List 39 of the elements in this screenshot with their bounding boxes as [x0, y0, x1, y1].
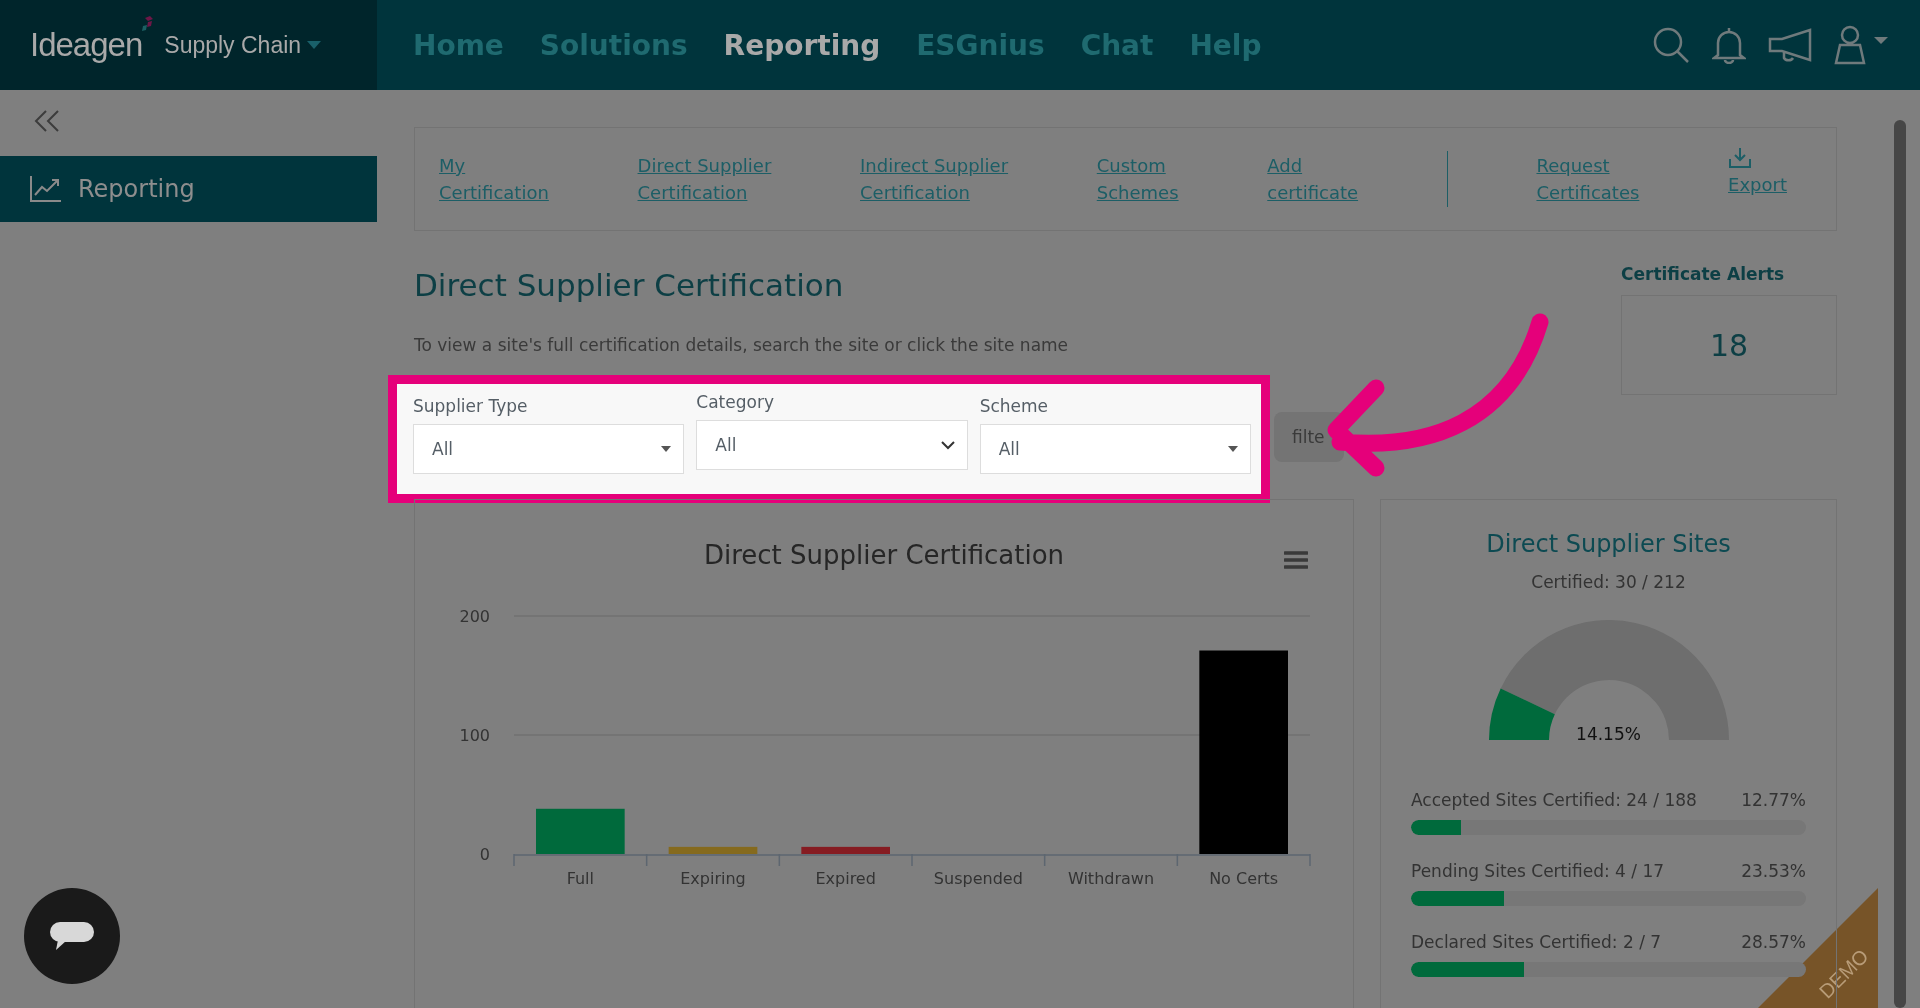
- nav-link[interactable]: My Certification: [439, 152, 549, 206]
- nav-link[interactable]: Direct Supplier Certification: [637, 152, 772, 206]
- axis-tick-label: 200: [459, 607, 490, 626]
- alerts-title: Certificate Alerts: [1621, 264, 1786, 284]
- export-link[interactable]: Export: [1728, 170, 1787, 198]
- page-title: Direct Supplier Certification: [414, 267, 845, 303]
- nav-link[interactable]: Reporting: [723, 28, 881, 62]
- gauge-value: 14.15%: [1576, 724, 1641, 744]
- description-text: To view a site's full certification details, search the site or click the site name: [414, 335, 1070, 355]
- sidebar-label: Reporting: [78, 175, 195, 203]
- nav-link[interactable]: Request Certificates: [1536, 152, 1640, 206]
- axis-category-label: No Certs: [1209, 869, 1279, 888]
- axis-tick-label: 0: [479, 845, 490, 864]
- nav-link[interactable]: Indirect Supplier Certification: [860, 152, 1009, 206]
- card-title: Direct Supplier Sites: [1486, 530, 1731, 558]
- axis-category-label: Expiring: [680, 869, 746, 888]
- stat-label: Accepted Sites Certified: 24 / 188: [1411, 790, 1697, 810]
- filter-label: Scheme: [979, 396, 1050, 416]
- chart-title: Direct Supplier Certification: [703, 540, 1065, 570]
- stat-percent: 23.53%: [1741, 861, 1806, 881]
- brand-logo[interactable]: Ideagen Supply Chain: [0, 0, 377, 90]
- axis-category-label: Withdrawn: [1067, 869, 1155, 888]
- stat-label: Declared Sites Certified: 2 / 7: [1411, 932, 1662, 952]
- certified-count: Certified: 30 / 212: [1531, 572, 1686, 592]
- nav-link[interactable]: Add certificate: [1267, 152, 1359, 206]
- alerts-count[interactable]: 18: [1621, 295, 1837, 395]
- axis-tick-label: 100: [459, 726, 490, 745]
- select-field[interactable]: All: [413, 424, 685, 474]
- stat-percent: 12.77%: [1741, 790, 1806, 810]
- sidebar-item[interactable]: Reporting: [0, 156, 377, 222]
- filter-label: Supplier Type: [413, 396, 529, 416]
- axis-category-label: Suspended: [933, 869, 1023, 888]
- select-field[interactable]: All: [696, 420, 968, 470]
- axis-category-label: Expired: [815, 869, 876, 888]
- stat-label: Pending Sites Certified: 4 / 17: [1411, 861, 1665, 881]
- nav-link[interactable]: Custom Schemes: [1096, 152, 1179, 206]
- select-field[interactable]: All: [979, 424, 1251, 474]
- filter-label: Category: [696, 392, 775, 412]
- axis-category-label: Full: [566, 869, 594, 888]
